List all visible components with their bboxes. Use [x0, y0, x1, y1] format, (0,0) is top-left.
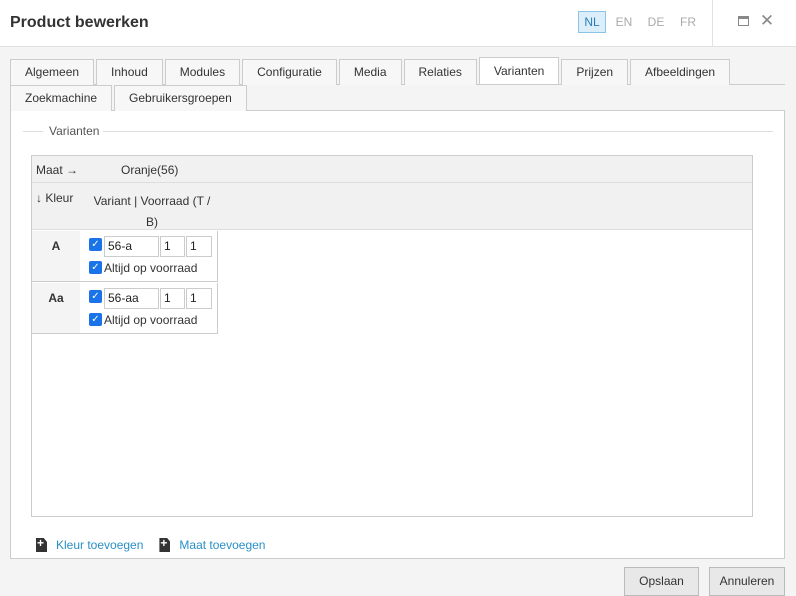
lang-fr[interactable]: FR: [674, 11, 702, 33]
add-size-button[interactable]: Maat toevoegen: [159, 538, 265, 552]
dialog-title: Product bewerken: [10, 14, 149, 31]
variant-row: Aa ✓ 56-aa 1 1 ✓ Altijd op voorraad: [32, 283, 218, 334]
variant-cell: ✓ 56-a 1 1 ✓ Altijd op voorraad: [80, 231, 218, 281]
tab-varianten[interactable]: Varianten: [478, 57, 560, 84]
color-axis-label: ↓ Kleur: [36, 191, 74, 205]
tab-prijzen[interactable]: Prijzen: [561, 59, 629, 85]
add-color-label: Kleur toevoegen: [56, 538, 144, 552]
variant-row: A ✓ 56-a 1 1 ✓ Altijd op voorraad: [32, 231, 218, 282]
fieldset-line-left: [23, 131, 43, 132]
size-column-header: Oranje(56): [121, 163, 179, 177]
variant-grid: Maat → Oranje(56) ↓ Kleur Variant | Voor…: [31, 155, 753, 517]
add-document-icon: [36, 538, 47, 552]
always-in-stock-checkbox[interactable]: ✓: [89, 313, 102, 326]
grid-actions: Kleur toevoegen Maat toevoegen: [36, 538, 281, 552]
tab-bar: Algemeen Inhoud Modules Configuratie Med…: [10, 57, 785, 111]
grid-color-header-row: ↓ Kleur Variant | Voorraad (T / B): [32, 183, 752, 230]
cancel-button[interactable]: Annuleren: [709, 567, 785, 596]
dialog-header: Product bewerken NL EN DE FR ✕: [0, 0, 796, 47]
tab-zoekmachine[interactable]: Zoekmachine: [10, 85, 113, 111]
stock-b-input[interactable]: 1: [186, 236, 212, 257]
header-divider: [712, 0, 713, 47]
language-switcher: NL EN DE FR: [578, 11, 706, 33]
tab-inhoud[interactable]: Inhoud: [96, 59, 163, 85]
tab-algemeen[interactable]: Algemeen: [10, 59, 95, 85]
tab-gebruikersgroepen[interactable]: Gebruikersgroepen: [114, 85, 247, 111]
fieldset-line-right: [103, 131, 773, 132]
tab-modules[interactable]: Modules: [164, 59, 241, 85]
stock-b-input[interactable]: 1: [186, 288, 212, 309]
grid-size-header-row: Maat → Oranje(56): [32, 156, 752, 183]
always-in-stock-label: Altijd op voorraad: [104, 313, 198, 327]
always-in-stock-label: Altijd op voorraad: [104, 261, 198, 275]
variant-cell: ✓ 56-aa 1 1 ✓ Altijd op voorraad: [80, 283, 218, 333]
variant-stock-header: Variant | Voorraad (T / B): [93, 194, 211, 229]
add-document-icon: [159, 538, 171, 552]
section-legend: Varianten: [45, 124, 104, 138]
color-label: A: [32, 231, 80, 281]
color-label: Aa: [32, 283, 80, 333]
variant-code-input[interactable]: 56-a: [104, 236, 159, 257]
close-icon[interactable]: ✕: [759, 12, 775, 29]
tab-afbeeldingen[interactable]: Afbeeldingen: [630, 59, 731, 85]
lang-de[interactable]: DE: [642, 11, 670, 33]
add-size-label: Maat toevoegen: [179, 538, 266, 552]
add-color-button[interactable]: Kleur toevoegen: [36, 538, 143, 552]
tab-media[interactable]: Media: [338, 59, 402, 85]
maximize-icon[interactable]: [735, 13, 751, 29]
size-axis-label: Maat →: [36, 163, 79, 177]
tab-panel: Varianten Maat → Oranje(56) ↓ Kleur Vari…: [10, 111, 785, 559]
tab-row-2: Zoekmachine Gebruikersgroepen: [10, 85, 785, 111]
variant-enabled-checkbox[interactable]: ✓: [89, 290, 102, 303]
variant-enabled-checkbox[interactable]: ✓: [89, 238, 102, 251]
lang-nl[interactable]: NL: [578, 11, 606, 33]
stock-t-input[interactable]: 1: [160, 236, 185, 257]
tab-configuratie[interactable]: Configuratie: [242, 59, 337, 85]
lang-en[interactable]: EN: [610, 11, 638, 33]
tab-row-1: Algemeen Inhoud Modules Configuratie Med…: [10, 57, 785, 85]
always-in-stock-checkbox[interactable]: ✓: [89, 261, 102, 274]
variant-code-input[interactable]: 56-aa: [104, 288, 159, 309]
stock-t-input[interactable]: 1: [160, 288, 185, 309]
save-button[interactable]: Opslaan: [624, 567, 699, 596]
tab-relaties[interactable]: Relaties: [403, 59, 477, 85]
